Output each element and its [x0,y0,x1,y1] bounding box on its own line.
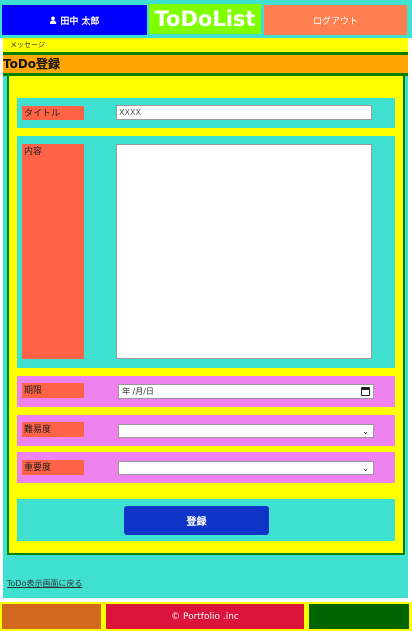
deadline-row: 期限 年 /月/日 [17,376,395,407]
page-title: ToDo登録 [3,55,408,73]
title-input[interactable]: XXXX [116,105,372,120]
message-bar: メッセージ [3,38,408,52]
logout-button[interactable]: ログアウト [264,5,407,35]
footer-copyright: © Portfolio .inc [106,604,304,629]
title-label: タイトル [22,106,84,120]
submit-row: 登録 [17,499,395,541]
difficulty-label: 難易度 [22,422,84,437]
user-button[interactable]: 田中 太郎 [2,5,147,35]
back-link[interactable]: ToDo表示画面に戻る [7,578,82,589]
deadline-placeholder: 年 /月/日 [122,387,154,396]
footer-right-block [309,604,409,629]
user-name: 田中 太郎 [60,16,100,27]
priority-row: 重要度 ⌄ [17,452,395,483]
title-row: タイトル XXXX [17,98,395,128]
difficulty-select[interactable]: ⌄ [118,424,374,438]
deadline-input[interactable]: 年 /月/日 [118,384,374,399]
footer-left-block [2,604,101,629]
content-textarea[interactable] [116,144,372,359]
app-logo[interactable]: ToDoList [149,4,261,34]
priority-select[interactable]: ⌄ [118,461,374,475]
chevron-down-icon: ⌄ [362,464,369,473]
main-panel: メッセージ ToDo登録 タイトル XXXX 内容 期限 年 /月/日 難易度 … [3,38,408,598]
calendar-icon[interactable] [361,387,370,396]
register-button[interactable]: 登録 [124,506,269,535]
chevron-down-icon: ⌄ [362,427,369,436]
footer: © Portfolio .inc [0,602,412,631]
todo-form: タイトル XXXX 内容 期限 年 /月/日 難易度 ⌄ 重要度 ⌄ 登録 [7,76,405,555]
content-label: 内容 [22,144,84,359]
difficulty-row: 難易度 ⌄ [17,415,395,446]
priority-label: 重要度 [22,460,84,475]
header: 田中 太郎 ToDoList ログアウト [0,0,412,38]
content-row: 内容 [17,136,395,368]
main-content: メッセージ ToDo登録 タイトル XXXX 内容 期限 年 /月/日 難易度 … [0,38,412,600]
user-icon [50,16,57,24]
deadline-label: 期限 [22,383,84,398]
